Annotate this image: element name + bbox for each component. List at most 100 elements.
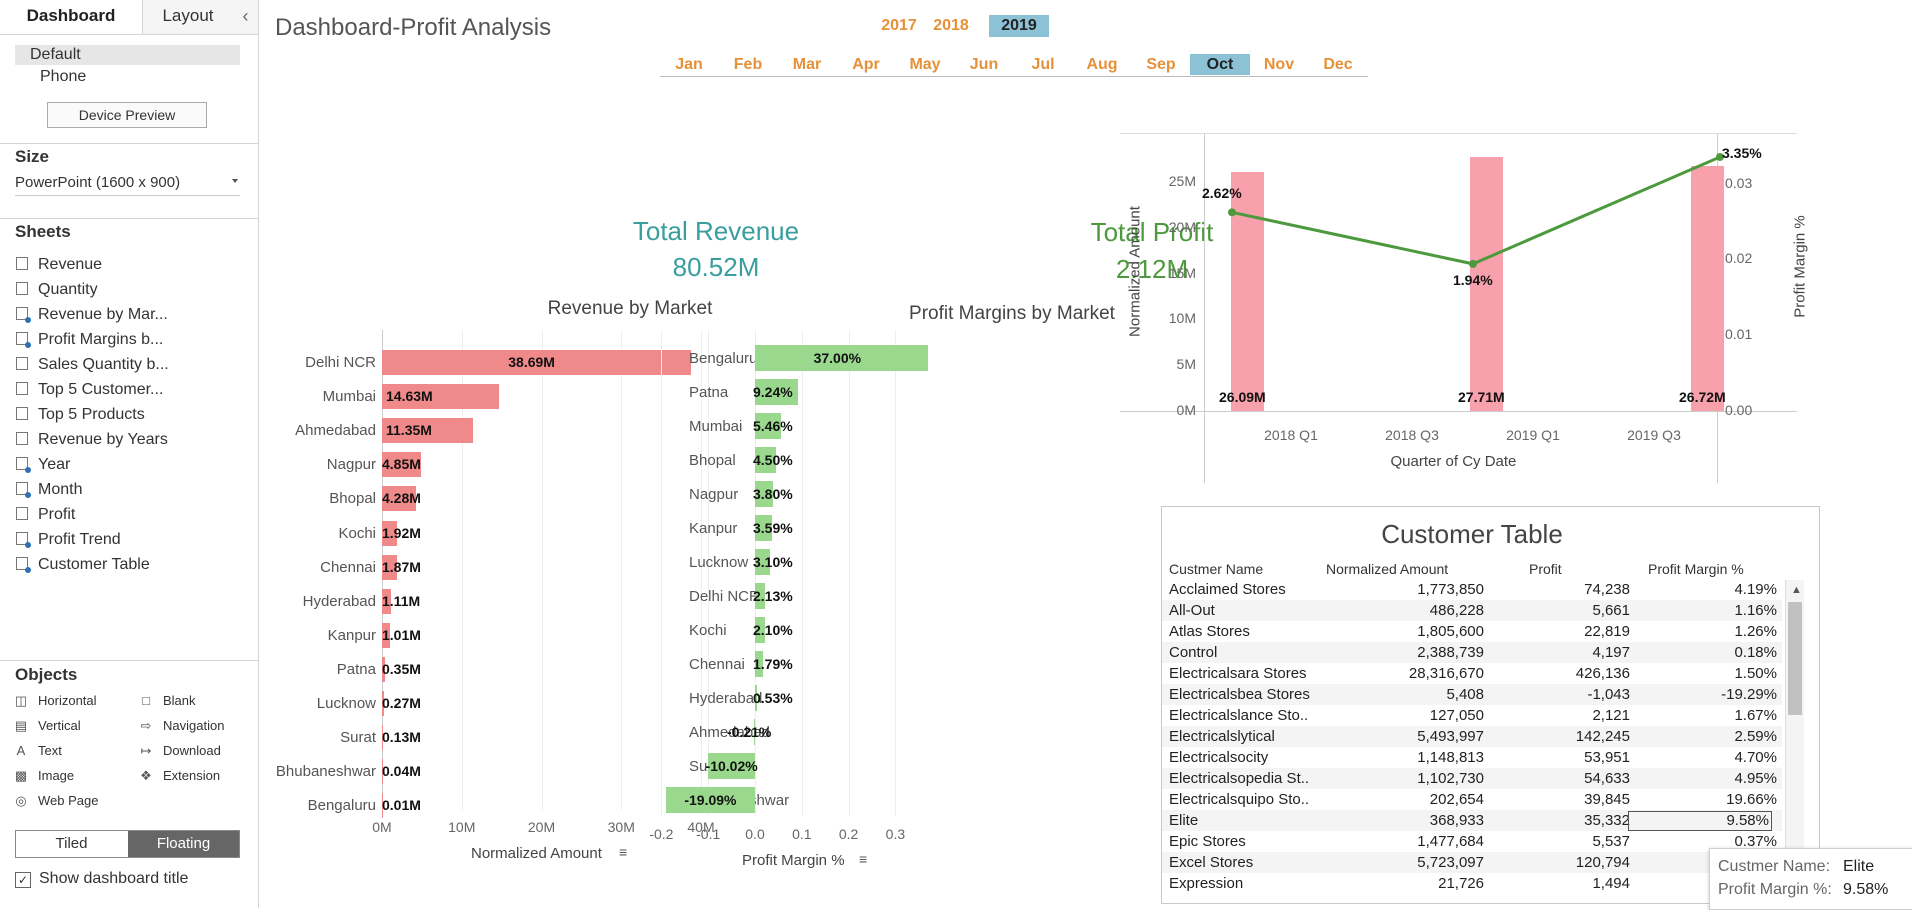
- tab-layout[interactable]: Layout: [143, 0, 233, 34]
- column-header-profit[interactable]: Profit: [1529, 561, 1562, 577]
- worksheet-icon: [16, 257, 28, 270]
- month-filter-jun[interactable]: Jun: [954, 54, 1014, 75]
- column-header-normalized-amount[interactable]: Normalized Amount: [1326, 561, 1448, 577]
- table-row[interactable]: Atlas Stores 1,805,600 22,819 1.26%: [1162, 621, 1782, 642]
- month-filter-jul[interactable]: Jul: [1014, 54, 1072, 75]
- collapse-pane-icon[interactable]: ‹: [233, 0, 258, 34]
- sheet-item[interactable]: Sales Quantity b...: [16, 354, 169, 376]
- device-phone[interactable]: Phone: [40, 67, 86, 87]
- table-row[interactable]: Elite 368,933 35,332 9.58%: [1162, 810, 1782, 831]
- table-row[interactable]: Electricalslance Sto.. 127,050 2,121 1.67%: [1162, 705, 1782, 726]
- tiled-button[interactable]: Tiled: [16, 831, 127, 857]
- bar-value-label: 14.63M: [386, 388, 433, 405]
- floating-button[interactable]: Floating: [128, 831, 239, 857]
- device-preview-button[interactable]: Device Preview: [47, 102, 207, 128]
- profit-margin-point[interactable]: [1469, 259, 1477, 268]
- size-dropdown[interactable]: PowerPoint (1600 x 900): [15, 173, 240, 196]
- object-vertical[interactable]: ▤ Vertical: [14, 718, 81, 734]
- month-filter-may[interactable]: May: [896, 54, 954, 75]
- x-tick-label: 0.2: [838, 826, 859, 842]
- cell-profit-margin: 4.19%: [1734, 581, 1777, 598]
- category-label: Delhi NCR: [689, 588, 760, 605]
- sort-icon[interactable]: ≡: [619, 844, 627, 860]
- object-navigation[interactable]: ⇨ Navigation: [139, 718, 225, 734]
- table-row[interactable]: Epic Stores 1,477,684 5,537 0.37%: [1162, 831, 1782, 852]
- table-row[interactable]: Electricalsocity 1,148,813 53,951 4.70%: [1162, 747, 1782, 768]
- month-filter-dec[interactable]: Dec: [1308, 54, 1368, 75]
- sheet-item[interactable]: Profit: [16, 504, 75, 526]
- category-label: Mumbai: [322, 388, 376, 406]
- profit-margin-point[interactable]: [1228, 208, 1236, 217]
- table-row[interactable]: Electricalsara Stores 28,316,670 426,136 1.…: [1162, 663, 1782, 684]
- table-row[interactable]: Expression 21,726 1,494: [1162, 873, 1782, 894]
- gridline: [801, 330, 803, 816]
- cell-customer-name: Electricalslytical: [1169, 728, 1275, 745]
- sheet-item[interactable]: Top 5 Products: [16, 404, 145, 426]
- object-text[interactable]: A Text: [14, 743, 62, 758]
- sheet-item[interactable]: Revenue: [16, 254, 102, 276]
- cell-normalized-amount: 202,654: [1429, 791, 1484, 808]
- table-row[interactable]: All-Out 486,228 5,661 1.16%: [1162, 600, 1782, 621]
- object-image[interactable]: ▩ Image: [14, 768, 74, 784]
- bar-value-label: 0.01M: [382, 797, 421, 814]
- sheet-item-label: Revenue by Years: [38, 431, 168, 448]
- month-filter-feb[interactable]: Feb: [718, 54, 778, 75]
- sheet-item[interactable]: Profit Trend: [16, 529, 121, 551]
- column-header-customer-name[interactable]: Custmer Name: [1169, 561, 1263, 577]
- worksheet-icon: [16, 382, 28, 395]
- table-row[interactable]: Electricalslytical 5,493,997 142,245 2.59%: [1162, 726, 1782, 747]
- month-filter-jan[interactable]: Jan: [660, 54, 718, 75]
- cell-profit-margin: 2.59%: [1734, 728, 1777, 745]
- x-tick-label: -0.2: [649, 826, 674, 842]
- cell-profit-margin: 19.66%: [1726, 791, 1777, 808]
- column-header-profit-margin[interactable]: Profit Margin %: [1648, 561, 1744, 577]
- object-web-page[interactable]: ◎ Web Page: [14, 793, 98, 809]
- year-filter-2019[interactable]: 2019: [989, 15, 1049, 37]
- scrollbar-thumb[interactable]: [1788, 602, 1802, 715]
- sheet-item[interactable]: Year: [16, 454, 70, 476]
- category-label: Chennai: [689, 656, 745, 673]
- table-row[interactable]: Electricalsbea Stores 5,408 -1,043 -19.29%: [1162, 684, 1782, 705]
- worksheet-icon: [16, 357, 28, 370]
- cell-normalized-amount: 1,773,850: [1417, 581, 1484, 598]
- category-label: Hyderabad: [689, 690, 763, 707]
- bar-value-label: 9.24%: [753, 384, 793, 400]
- device-default[interactable]: Default: [30, 45, 81, 65]
- table-row[interactable]: Electricalsopedia St.. 1,102,730 54,633 4.9…: [1162, 768, 1782, 789]
- table-row[interactable]: Control 2,388,739 4,197 0.18%: [1162, 642, 1782, 663]
- sheet-item[interactable]: Revenue by Mar...: [16, 304, 168, 326]
- year-filter-2017[interactable]: 2017: [873, 15, 925, 37]
- month-filter-nov[interactable]: Nov: [1250, 54, 1308, 75]
- object-horizontal[interactable]: ◫ Horizontal: [14, 693, 97, 709]
- month-filter-sep[interactable]: Sep: [1132, 54, 1190, 75]
- sort-icon[interactable]: ≡: [859, 851, 867, 867]
- sheet-item[interactable]: Revenue by Years: [16, 429, 168, 451]
- sheet-item[interactable]: Month: [16, 479, 82, 501]
- profit-trend-chart: 0M 5M 10M 15M 20M 25M 0.00 0.01 0.02 0.03 2018 Q1 2…: [1120, 133, 1860, 488]
- object-extension[interactable]: ❖ Extension: [139, 768, 220, 784]
- profit-margins-chart: -0.2 -0.1 0.0 0.1 0.2 0.3 Bengaluru 37.00% Patna…: [649, 330, 1159, 870]
- cell-customer-name: Electricalsopedia St..: [1169, 770, 1310, 787]
- month-filter-aug[interactable]: Aug: [1072, 54, 1132, 75]
- month-filter-oct[interactable]: Oct: [1190, 54, 1250, 75]
- gridline: [848, 330, 850, 816]
- object-download[interactable]: ↦ Download: [139, 743, 221, 759]
- table-row[interactable]: Acclaimed Stores 1,773,850 74,238 4.19%: [1162, 579, 1782, 600]
- show-title-checkbox[interactable]: ✓: [15, 872, 31, 888]
- sheet-item[interactable]: Customer Table: [16, 554, 150, 576]
- sheet-item[interactable]: Profit Margins b...: [16, 329, 163, 351]
- table-row[interactable]: Excel Stores5,723,097120,7942.11%: [1162, 852, 1782, 873]
- month-filter-mar[interactable]: Mar: [778, 54, 836, 75]
- year-filter-2018[interactable]: 2018: [925, 15, 977, 37]
- sheet-item[interactable]: Quantity: [16, 279, 98, 301]
- sheet-item-label: Year: [38, 456, 71, 473]
- sheet-item[interactable]: Top 5 Customer...: [16, 379, 163, 401]
- object-blank[interactable]: □ Blank: [139, 693, 195, 708]
- scroll-up-icon[interactable]: ▲: [1791, 584, 1802, 596]
- cell-profit: 1,494: [1592, 875, 1630, 892]
- month-filter-apr[interactable]: Apr: [836, 54, 896, 75]
- table-row[interactable]: Electricalsquipo Sto.. 202,654 39,845 19.66…: [1162, 789, 1782, 810]
- gridline: [661, 330, 663, 816]
- dashboard-title: Dashboard-Profit Analysis: [275, 14, 552, 41]
- tab-dashboard[interactable]: Dashboard: [0, 0, 143, 34]
